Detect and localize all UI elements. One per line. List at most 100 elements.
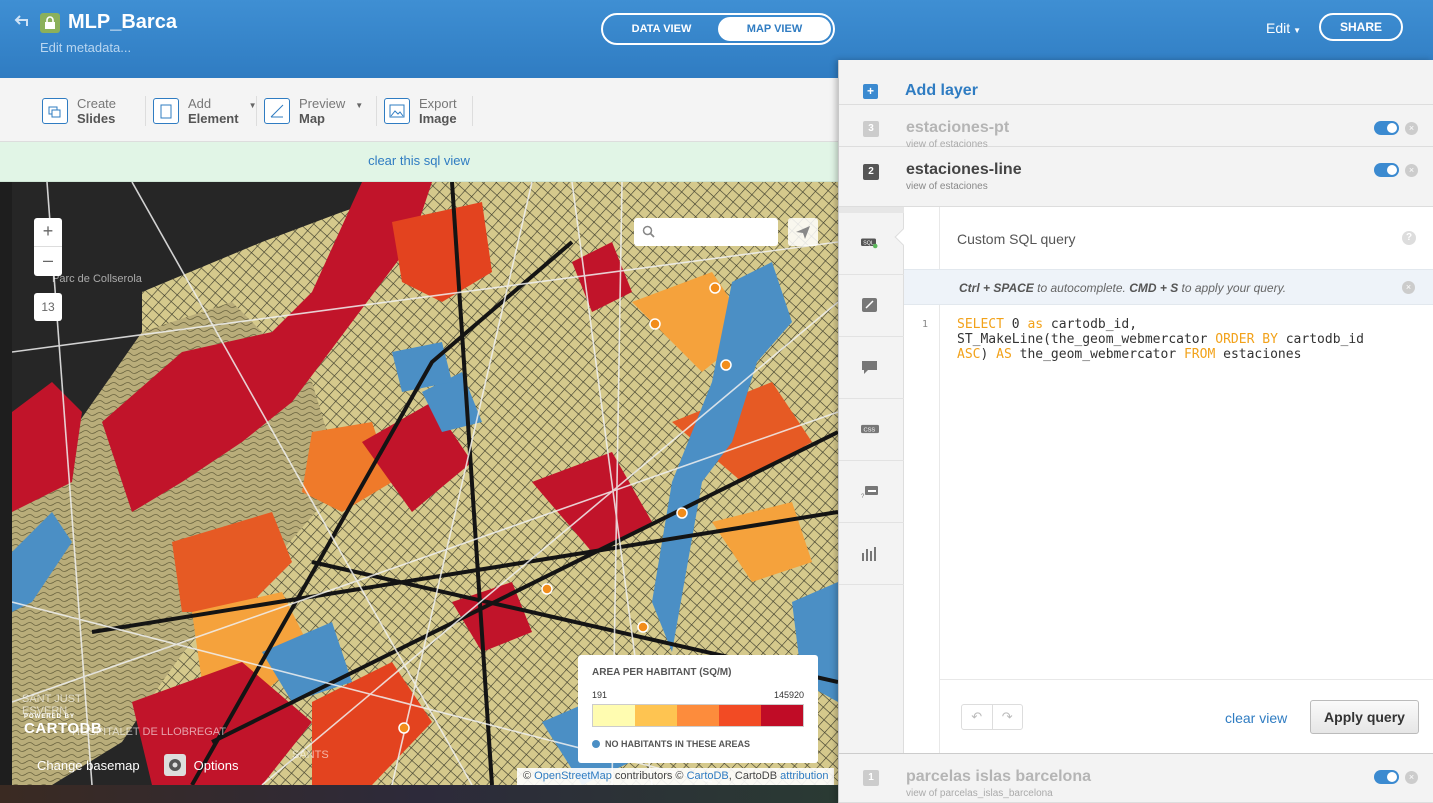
export-image-button[interactable]: Export Image: [384, 94, 457, 128]
create-slides-button[interactable]: Create Slides: [42, 94, 116, 128]
cartodb-logo: POWERED BY CARTODB: [24, 714, 102, 737]
attribution-link[interactable]: attribution: [780, 770, 828, 782]
search-icon: [642, 225, 655, 238]
svg-text:?: ?: [861, 494, 865, 499]
hint-text-part: to autocomplete.: [1033, 281, 1130, 295]
sql-query-text[interactable]: SELECT 0 as cartodb_id, ST_MakeLine(the_…: [957, 317, 1364, 362]
close-icon[interactable]: ×: [1405, 771, 1418, 784]
redo-icon[interactable]: ↷: [993, 705, 1023, 729]
place-label: SANT JUST: [22, 693, 82, 705]
clear-view-link[interactable]: clear view: [1225, 710, 1287, 726]
tab-legend[interactable]: ?: [839, 461, 904, 523]
legend-max: 145920: [773, 690, 804, 700]
add-element-button[interactable]: Add Element ▼: [153, 94, 257, 128]
layer-subtitle: view of estaciones: [906, 181, 988, 192]
edit-menu-label: Edit: [1266, 20, 1291, 36]
help-icon[interactable]: ?: [1402, 231, 1416, 245]
tool-label-line2: Slides: [77, 111, 116, 126]
basemap-bar: Change basemap Options: [37, 750, 238, 780]
close-icon[interactable]: ×: [1405, 122, 1418, 135]
slides-icon: [42, 98, 68, 124]
layer-visibility-toggle[interactable]: [1374, 163, 1399, 177]
plus-icon: +: [863, 84, 878, 99]
osm-link[interactable]: OpenStreetMap: [534, 770, 612, 782]
hint-key: CMD + S: [1129, 281, 1179, 295]
zoom-level: 13: [34, 293, 62, 321]
add-layer-button[interactable]: Add layer: [905, 82, 978, 100]
legend-title: AREA PER HABITANT (SQ/M): [592, 667, 732, 678]
map-view-tab[interactable]: MAP VIEW: [718, 17, 831, 41]
layer-name[interactable]: estaciones-line: [906, 161, 1022, 179]
clear-sql-view-link[interactable]: clear this sql view: [368, 153, 470, 168]
layer-panel: + Add layer 3 estaciones-pt view of esta…: [838, 60, 1433, 803]
close-icon[interactable]: ×: [1402, 281, 1415, 294]
line-number: 1: [922, 319, 929, 330]
editor-footer: ↶ ↷ clear view Apply query: [940, 679, 1433, 754]
close-icon[interactable]: ×: [1405, 164, 1418, 177]
map-canvas[interactable]: Parc de Collserola SANT JUST ESVERN HOSP…: [12, 182, 838, 785]
edit-menu[interactable]: Edit ▼: [1266, 20, 1301, 36]
tool-label-line1: Add: [188, 96, 212, 111]
back-arrow-icon[interactable]: [14, 14, 32, 32]
legend-dot: [592, 740, 600, 748]
attribution-mid: , CartoDB: [728, 770, 778, 782]
lock-icon[interactable]: [40, 13, 60, 33]
layer-row[interactable]: 3 estaciones-pt view of estaciones ×: [839, 105, 1433, 150]
add-layer-row[interactable]: + Add layer: [839, 60, 1433, 105]
map-search-input[interactable]: [634, 218, 778, 246]
hint-text: Ctrl + SPACE to autocomplete. CMD + S to…: [959, 281, 1286, 295]
hint-text-part: to apply your query.: [1178, 281, 1287, 295]
layer-row-active[interactable]: 2 estaciones-line view of estaciones ×: [839, 147, 1433, 207]
map-attribution: © OpenStreetMap contributors © CartoDB, …: [517, 768, 835, 785]
options-button[interactable]: Options: [194, 758, 239, 773]
css-icon: CSS: [861, 424, 879, 433]
zoom-out-button[interactable]: –: [34, 247, 62, 276]
tool-label-line2: Image: [419, 111, 457, 126]
legend-icon: ?: [861, 486, 878, 499]
divider: [145, 96, 146, 126]
share-button[interactable]: SHARE: [1319, 13, 1403, 41]
legend-bucket: [593, 705, 635, 726]
attribution-contrib: contributors ©: [614, 770, 684, 782]
data-view-tab[interactable]: DATA VIEW: [605, 17, 718, 41]
edit-metadata-link[interactable]: Edit metadata...: [40, 40, 131, 55]
locate-button[interactable]: [788, 218, 818, 246]
layer-visibility-toggle[interactable]: [1374, 770, 1399, 784]
svg-text:SQL: SQL: [863, 241, 874, 247]
preview-map-button[interactable]: Preview Map ▼: [264, 94, 363, 128]
cartodb-link[interactable]: CartoDB: [687, 770, 729, 782]
undo-icon[interactable]: ↶: [962, 705, 993, 729]
layer-number: 2: [863, 164, 879, 180]
tab-chart[interactable]: [839, 523, 904, 585]
layer-name[interactable]: parcelas islas barcelona: [906, 768, 1091, 786]
map-title[interactable]: MLP_Barca: [68, 11, 177, 34]
legend-color-ramp: [592, 704, 804, 727]
layer-row[interactable]: 1 parcelas islas barcelona view of parce…: [839, 753, 1433, 803]
place-label: Parc de Collserola: [52, 273, 143, 285]
bottom-strip: [0, 785, 838, 803]
layer-number: 1: [863, 770, 879, 786]
autocomplete-hint: Ctrl + SPACE to autocomplete. CMD + S to…: [904, 269, 1433, 305]
tab-infowindow[interactable]: [839, 337, 904, 399]
layer-side-tabs: SQL CSS ?: [839, 213, 904, 753]
zoom-in-button[interactable]: +: [34, 218, 62, 247]
gear-icon[interactable]: [163, 754, 186, 776]
undo-redo-group: ↶ ↷: [961, 704, 1023, 730]
apply-query-button[interactable]: Apply query: [1310, 700, 1419, 734]
logo-text: CARTODB: [24, 720, 103, 737]
layer-visibility-toggle[interactable]: [1374, 121, 1399, 135]
tab-css[interactable]: CSS: [839, 399, 904, 461]
change-basemap-button[interactable]: Change basemap: [37, 758, 140, 773]
legend-bucket: [635, 705, 677, 726]
tool-label-line2: Element: [188, 111, 239, 126]
tab-sql[interactable]: SQL: [839, 213, 904, 275]
legend-bucket: [761, 705, 803, 726]
sql-editor: Custom SQL query ? Ctrl + SPACE to autoc…: [894, 206, 1433, 754]
layer-name[interactable]: estaciones-pt: [906, 119, 1009, 137]
image-icon: [384, 98, 410, 124]
tab-wizard[interactable]: [839, 275, 904, 337]
layer-number: 3: [863, 121, 879, 137]
view-toggle: DATA VIEW MAP VIEW: [601, 13, 835, 45]
legend-note: NO HABITANTS IN THESE AREAS: [605, 739, 751, 749]
layer-subtitle: view of parcelas_islas_barcelona: [906, 788, 1053, 799]
